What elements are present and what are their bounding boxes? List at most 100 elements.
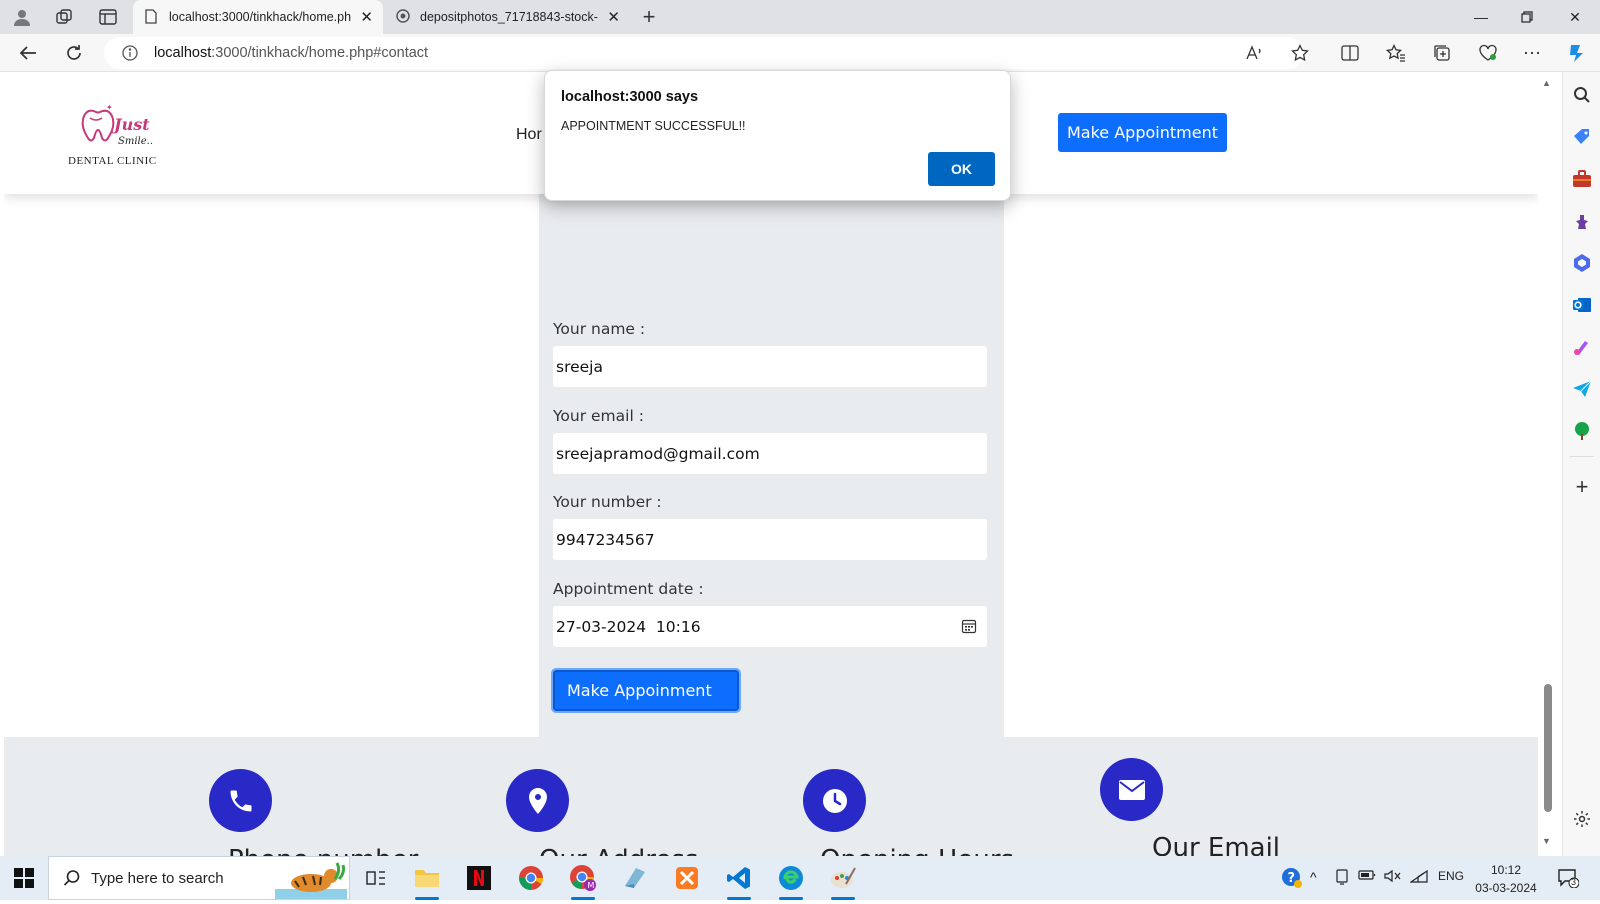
notifications-icon[interactable]: 3 bbox=[1552, 862, 1584, 894]
chrome-profile-icon[interactable]: M bbox=[567, 862, 599, 900]
clock-date: 03-03-2024 bbox=[1475, 881, 1537, 895]
vscode-icon[interactable] bbox=[723, 862, 755, 900]
logo-text: DENTAL CLINIC bbox=[68, 155, 157, 167]
language-indicator[interactable]: ENG bbox=[1438, 869, 1464, 883]
contact-strip: Phone number Our Address Opening Hours O… bbox=[4, 737, 1538, 856]
new-tab-icon[interactable]: + bbox=[637, 4, 661, 29]
edge-icon[interactable] bbox=[775, 862, 807, 900]
shopping-tag-icon[interactable] bbox=[1571, 126, 1593, 148]
read-aloud-icon[interactable] bbox=[1240, 40, 1268, 66]
dialog-title: localhost:3000 says bbox=[561, 89, 699, 105]
site-info-icon[interactable] bbox=[122, 45, 138, 66]
outlook-icon[interactable] bbox=[1571, 294, 1593, 316]
nav-link-home[interactable]: Hor bbox=[516, 126, 542, 144]
browser-essentials-icon[interactable] bbox=[1474, 40, 1502, 66]
collections-icon[interactable] bbox=[1428, 40, 1456, 66]
contact-title-address: Our Address bbox=[539, 845, 698, 856]
email-value: sreejapramod@gmail.com bbox=[556, 444, 760, 463]
name-label: Your name : bbox=[553, 320, 646, 338]
search-highlight-tiger-icon bbox=[271, 859, 351, 899]
scroll-thumb[interactable] bbox=[1544, 684, 1552, 812]
battery-icon[interactable] bbox=[1358, 869, 1376, 884]
split-screen-icon[interactable] bbox=[1336, 40, 1364, 66]
email-field[interactable]: sreejapramod@gmail.com bbox=[553, 433, 987, 474]
page-icon bbox=[145, 9, 157, 27]
tree-icon[interactable] bbox=[1571, 420, 1593, 442]
taskbar-search[interactable]: Type here to search bbox=[48, 856, 350, 900]
more-options-icon[interactable]: ⋯ bbox=[1518, 40, 1546, 66]
tab-home[interactable]: localhost:3000/tinkhack/home.ph ✕ bbox=[133, 0, 383, 34]
wifi-icon[interactable] bbox=[1409, 869, 1428, 886]
system-clock[interactable]: 10:12 03-03-2024 bbox=[1472, 861, 1540, 897]
appointment-form: Your name : sreeja Your email : sreejapr… bbox=[539, 182, 1004, 792]
help-icon[interactable]: ? bbox=[1276, 862, 1308, 894]
envelope-icon bbox=[1100, 758, 1163, 821]
windows-start-icon[interactable] bbox=[14, 868, 34, 893]
paint-icon[interactable] bbox=[827, 862, 859, 900]
close-window-icon[interactable]: ✕ bbox=[1552, 4, 1598, 30]
svg-text:M: M bbox=[588, 881, 595, 890]
number-value: 9947234567 bbox=[556, 530, 655, 549]
chrome-icon[interactable] bbox=[515, 862, 547, 894]
back-icon[interactable] bbox=[14, 40, 42, 66]
number-label: Your number : bbox=[553, 493, 662, 511]
name-value: sreeja bbox=[556, 357, 603, 376]
netflix-icon[interactable] bbox=[463, 862, 495, 894]
close-icon[interactable]: ✕ bbox=[360, 8, 373, 26]
calendar-icon[interactable] bbox=[961, 618, 977, 638]
workspaces-icon[interactable] bbox=[52, 6, 76, 28]
games-icon[interactable] bbox=[1571, 210, 1593, 232]
profile-icon[interactable] bbox=[10, 6, 34, 28]
minimize-icon[interactable]: — bbox=[1458, 4, 1504, 30]
search-icon bbox=[63, 869, 81, 892]
search-icon[interactable] bbox=[1571, 84, 1593, 106]
tray-device-icon[interactable] bbox=[1334, 869, 1350, 888]
xampp-icon[interactable] bbox=[671, 862, 703, 894]
phone-icon bbox=[209, 769, 272, 832]
browser-tabbar: localhost:3000/tinkhack/home.ph ✕ deposi… bbox=[0, 0, 1600, 34]
send-icon[interactable] bbox=[1571, 378, 1593, 400]
date-value: 27-03-2024 10:16 bbox=[556, 617, 701, 636]
microsoft365-icon[interactable] bbox=[1571, 252, 1593, 274]
make-appointment-button[interactable]: Make Appointment bbox=[1058, 113, 1227, 152]
copilot-icon[interactable] bbox=[1562, 40, 1590, 66]
settings-gear-icon[interactable] bbox=[1571, 808, 1593, 830]
depositphotos-icon bbox=[396, 9, 410, 26]
ok-button[interactable]: OK bbox=[928, 152, 995, 186]
scroll-up-icon[interactable]: ▲ bbox=[1542, 78, 1551, 88]
search-placeholder: Type here to search bbox=[91, 870, 224, 887]
notes-app-icon[interactable] bbox=[619, 862, 651, 894]
svg-text:Just: Just bbox=[111, 115, 150, 134]
url-bar[interactable]: localhost:3000/tinkhack/home.php#contact bbox=[104, 37, 1304, 69]
location-pin-icon bbox=[506, 769, 569, 832]
restore-icon[interactable] bbox=[1504, 4, 1550, 30]
tray-chevron-up-icon[interactable]: ^ bbox=[1310, 869, 1317, 885]
refresh-icon[interactable] bbox=[60, 40, 88, 66]
tab-title: depositphotos_71718843-stock- bbox=[420, 10, 598, 24]
page-scrollbar[interactable]: ▲ ▼ bbox=[1540, 72, 1556, 856]
notification-count: 3 bbox=[1571, 877, 1577, 887]
volume-muted-icon[interactable] bbox=[1384, 869, 1402, 886]
favorites-icon[interactable] bbox=[1382, 40, 1410, 66]
sidebar-divider bbox=[1570, 456, 1594, 457]
url-text: localhost:3000/tinkhack/home.php#contact bbox=[154, 45, 429, 61]
number-field[interactable]: 9947234567 bbox=[553, 519, 987, 560]
scroll-down-icon[interactable]: ▼ bbox=[1542, 836, 1551, 846]
svg-text:?: ? bbox=[1288, 871, 1296, 886]
appointment-date-field[interactable]: 27-03-2024 10:16 bbox=[553, 606, 987, 647]
clock-icon bbox=[803, 769, 866, 832]
tab-title: localhost:3000/tinkhack/home.ph bbox=[169, 10, 352, 24]
add-icon[interactable]: + bbox=[1571, 474, 1593, 499]
name-field[interactable]: sreeja bbox=[553, 346, 987, 387]
close-icon[interactable]: ✕ bbox=[607, 8, 620, 26]
tools-briefcase-icon[interactable] bbox=[1571, 168, 1593, 190]
task-view-icon[interactable] bbox=[360, 862, 392, 894]
windows-taskbar: Type here to search M ? ^ ENG 10:12 03-0… bbox=[0, 856, 1600, 900]
favorite-star-icon[interactable] bbox=[1286, 40, 1314, 66]
vertical-tabs-icon[interactable] bbox=[96, 6, 120, 28]
file-explorer-icon[interactable] bbox=[411, 862, 443, 900]
designer-icon[interactable] bbox=[1571, 336, 1593, 358]
submit-appointment-button[interactable]: Make Appoinment bbox=[551, 668, 741, 713]
tab-depositphotos[interactable]: depositphotos_71718843-stock- ✕ bbox=[384, 0, 630, 34]
contact-title-phone: Phone number bbox=[228, 845, 418, 856]
